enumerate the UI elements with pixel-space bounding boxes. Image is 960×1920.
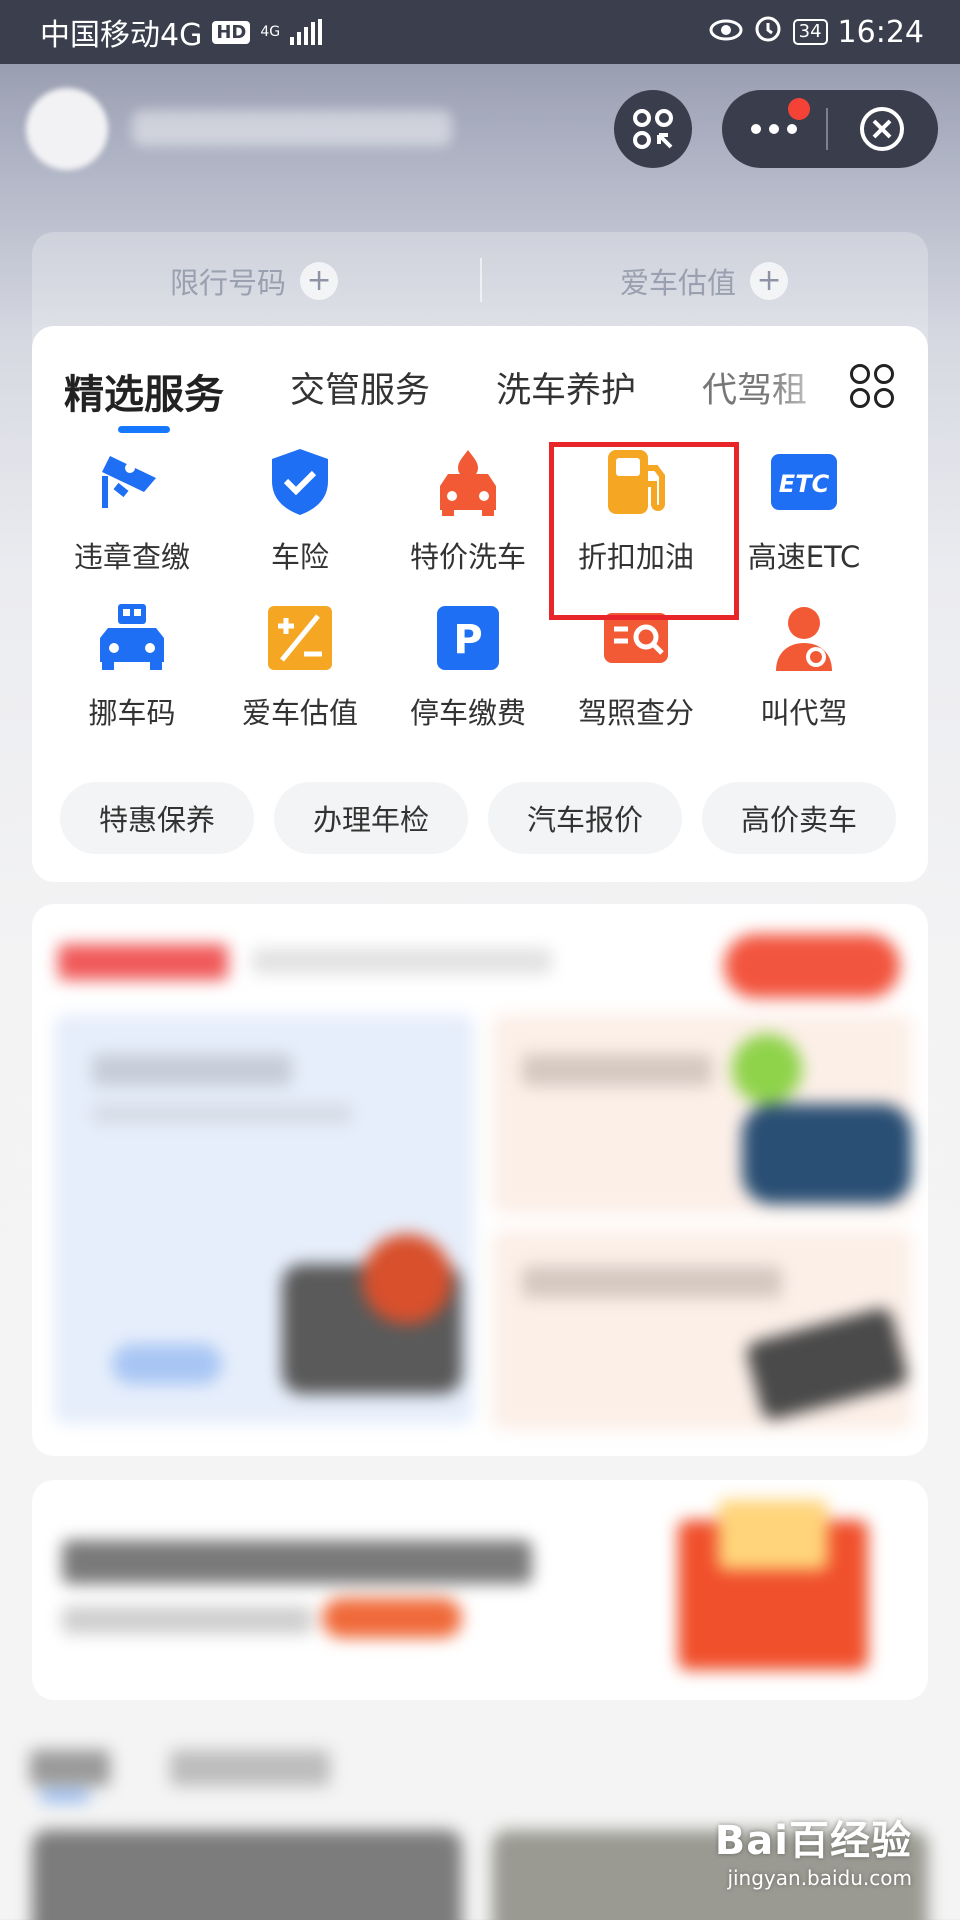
signal-icon <box>290 19 323 45</box>
blurred-title <box>132 110 452 146</box>
quick-bar-divider <box>480 258 482 302</box>
clock: 16:24 <box>837 14 924 50</box>
battery-indicator: 34 <box>792 19 828 45</box>
all-services-icon[interactable] <box>850 364 894 408</box>
parking-icon: P <box>432 602 504 674</box>
promo-card[interactable] <box>32 904 928 1456</box>
chip-maintenance-deal[interactable]: 特惠保养 <box>60 782 254 854</box>
blurred-banner-content <box>32 1480 928 1700</box>
tab-fade <box>766 356 846 416</box>
service-label: 驾照查分 <box>577 696 694 730</box>
add-icon: + <box>300 262 339 300</box>
chip-annual-inspection[interactable]: 办理年检 <box>274 782 468 854</box>
tab-carwash[interactable]: 洗车养护 <box>496 362 636 413</box>
service-parking[interactable]: P 停车缴费 <box>384 602 552 742</box>
service-label: 爱车估值 <box>241 696 358 730</box>
service-license-points[interactable]: 驾照查分 <box>552 602 720 742</box>
watermark-url: jingyan.baidu.com <box>727 1866 912 1890</box>
service-car-valuation[interactable]: 爱车估值 <box>216 602 384 742</box>
car-wash-icon <box>432 446 504 518</box>
service-card: 精选服务 交管服务 洗车养护 代驾租 违章查缴 车险 特价洗车 折扣加油 ETC… <box>32 326 928 882</box>
limit-number-label: 限行号码 <box>170 266 287 300</box>
service-label: 停车缴费 <box>409 696 526 730</box>
more-button[interactable] <box>722 90 826 168</box>
highlight-box <box>549 442 739 620</box>
close-button[interactable] <box>828 90 936 168</box>
quick-chips: 特惠保养 办理年检 汽车报价 高价卖车 <box>60 782 896 854</box>
blurred-promo-content <box>32 904 928 1456</box>
network-label: 4G <box>260 24 281 40</box>
scan-button[interactable] <box>614 90 692 168</box>
hd-badge: HD <box>212 20 251 44</box>
redpacket-banner[interactable] <box>32 1480 928 1700</box>
car-valuation-entry[interactable]: 爱车估值 + <box>620 260 789 302</box>
shield-check-icon <box>264 446 336 518</box>
service-insurance[interactable]: 车险 <box>216 446 384 586</box>
avatar[interactable] <box>26 88 108 170</box>
car-valuation-label: 爱车估值 <box>620 266 737 300</box>
etc-icon: ETC <box>768 446 840 518</box>
add-icon: + <box>750 262 789 300</box>
carrier-label: 中国移动4G <box>40 18 203 53</box>
etc-icon-text: ETC <box>779 470 830 498</box>
chip-sell-car[interactable]: 高价卖车 <box>702 782 896 854</box>
limit-number-entry[interactable]: 限行号码 + <box>170 260 339 302</box>
menu-capsule <box>722 90 938 168</box>
close-icon <box>860 107 904 151</box>
alarm-icon <box>753 13 783 51</box>
driver-icon <box>768 602 840 674</box>
service-label: 高速ETC <box>747 540 861 574</box>
status-bar: 中国移动4G HD 4G 34 16:24 <box>0 0 960 64</box>
service-designated-driver[interactable]: 叫代驾 <box>720 602 888 742</box>
service-label: 叫代驾 <box>760 696 848 730</box>
eye-icon <box>709 15 743 50</box>
parking-icon-text: P <box>453 617 482 663</box>
tab-featured[interactable]: 精选服务 <box>64 362 224 433</box>
watermark: Bai百经验 jingyan.baidu.com <box>715 1808 912 1890</box>
miniprogram-header <box>0 64 960 194</box>
camera-icon <box>96 446 168 518</box>
watermark-brand: Bai百经验 <box>714 1818 912 1864</box>
service-violation[interactable]: 违章查缴 <box>48 446 216 586</box>
notification-dot <box>788 98 810 120</box>
service-etc[interactable]: ETC 高速ETC <box>720 446 888 586</box>
qr-car-icon <box>96 602 168 674</box>
chip-car-quote[interactable]: 汽车报价 <box>488 782 682 854</box>
service-move-car-code[interactable]: 挪车码 <box>48 602 216 742</box>
tab-traffic[interactable]: 交管服务 <box>290 362 430 413</box>
service-label: 违章查缴 <box>73 540 190 574</box>
plus-minus-icon <box>264 602 336 674</box>
feed-section: Bai百经验 jingyan.baidu.com <box>0 1720 960 1920</box>
service-carwash[interactable]: 特价洗车 <box>384 446 552 586</box>
service-label: 特价洗车 <box>409 540 526 574</box>
scan-icon <box>633 109 673 149</box>
service-label: 挪车码 <box>88 696 176 730</box>
service-label: 车险 <box>270 540 329 574</box>
